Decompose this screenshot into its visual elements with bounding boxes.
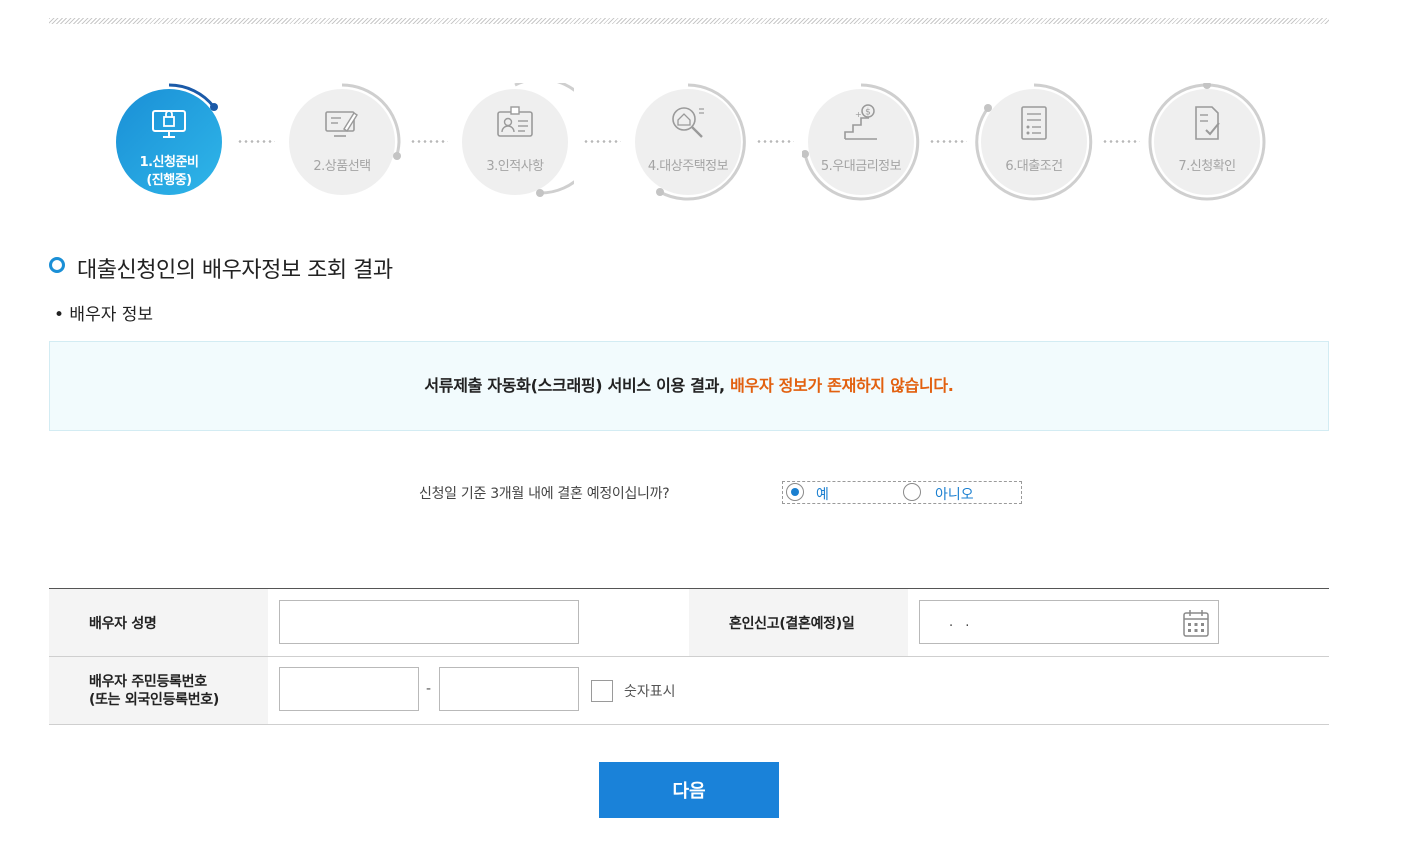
calendar-icon[interactable]	[1183, 609, 1209, 637]
radio-yes-label[interactable]: 예	[816, 484, 829, 504]
rrn-front-input[interactable]	[279, 667, 419, 711]
document-check-icon	[1195, 106, 1220, 140]
house-search-icon	[672, 107, 704, 138]
step-label: 2.상품선택	[313, 159, 371, 174]
scraping-result-notice: 서류제출 자동화(스크래핑) 서비스 이용 결과, 배우자 정보가 존재하지 않…	[49, 341, 1329, 431]
spouse-name-input[interactable]	[279, 600, 579, 644]
step-7-confirm: 7.신청확인	[1148, 83, 1266, 201]
section-title: 대출신청인의 배우자정보 조회 결과	[77, 258, 393, 283]
notice-highlight: 배우자 정보가 존재하지 않습니다.	[730, 376, 954, 395]
spouse-rrn-label-line2: (또는 외국인등록번호)	[89, 691, 219, 708]
monitor-lock-icon	[152, 110, 186, 138]
step-connector	[410, 140, 448, 143]
marriage-date-value: . .	[949, 615, 974, 630]
rrn-back-input[interactable]	[439, 667, 579, 711]
subsection-title: • 배우자 정보	[54, 305, 154, 325]
svg-text:+: +	[855, 110, 862, 119]
step-label: 6.대출조건	[1005, 159, 1063, 174]
spouse-name-label: 배우자 성명	[49, 589, 268, 656]
step-label: 7.신청확인	[1178, 159, 1236, 174]
step-connector	[756, 140, 794, 143]
step-4-house-info: 4.대상주택정보	[629, 83, 747, 201]
form-row-rrn: 배우자 주민등록번호 (또는 외국인등록번호) - 숫자표시	[49, 657, 1329, 725]
top-divider	[49, 18, 1329, 24]
step-label: 5.우대금리정보	[820, 159, 902, 174]
radio-no[interactable]	[903, 483, 921, 501]
step-connector	[1102, 140, 1140, 143]
step-1-preparation: 1.신청준비 (진행중)	[110, 83, 228, 201]
spouse-rrn-label: 배우자 주민등록번호 (또는 외국인등록번호)	[49, 657, 268, 724]
step-label: 3.인적사항	[486, 159, 544, 174]
form-row-name-date: 배우자 성명 혼인신고(결혼예정)일 . .	[49, 589, 1329, 657]
dollar-stairs-icon: $ +	[844, 104, 877, 140]
svg-text:$: $	[865, 108, 871, 118]
step-connector	[237, 140, 275, 143]
document-list-icon	[1021, 106, 1047, 140]
marriage-plan-question: 신청일 기준 3개월 내에 결혼 예정이십니까?	[419, 486, 670, 502]
step-3-personal-info: 3.인적사항	[456, 83, 574, 201]
next-button[interactable]: 다음	[599, 762, 779, 818]
notice-text: 서류제출 자동화(스크래핑) 서비스 이용 결과,	[424, 376, 731, 395]
radio-no-label[interactable]: 아니오	[935, 484, 974, 504]
spouse-info-form: 배우자 성명 혼인신고(결혼예정)일 . . 배우자 주민등록번호 (또는 외국…	[49, 588, 1329, 725]
step-5-preferential-rate: $ + 5.우대금리정보	[802, 83, 920, 201]
step-6-loan-terms: 6.대출조건	[975, 83, 1093, 201]
step-connector	[583, 140, 621, 143]
marriage-date-label: 혼인신고(결혼예정)일	[689, 589, 908, 656]
show-numbers-label[interactable]: 숫자표시	[624, 681, 676, 701]
step-label: 4.대상주택정보	[647, 159, 729, 174]
id-card-icon	[497, 106, 533, 137]
step-label: 1.신청준비	[139, 155, 199, 170]
step-status: (진행중)	[146, 173, 192, 188]
step-2-product: 2.상품선택	[283, 83, 401, 201]
marriage-plan-radio-group: 예 아니오	[782, 481, 1022, 504]
show-numbers-checkbox[interactable]	[591, 680, 613, 702]
step-connector	[929, 140, 967, 143]
pc-select-icon	[325, 111, 358, 137]
radio-yes[interactable]	[786, 483, 804, 501]
rrn-dash: -	[426, 681, 432, 697]
spouse-rrn-label-line1: 배우자 주민등록번호	[89, 673, 207, 690]
